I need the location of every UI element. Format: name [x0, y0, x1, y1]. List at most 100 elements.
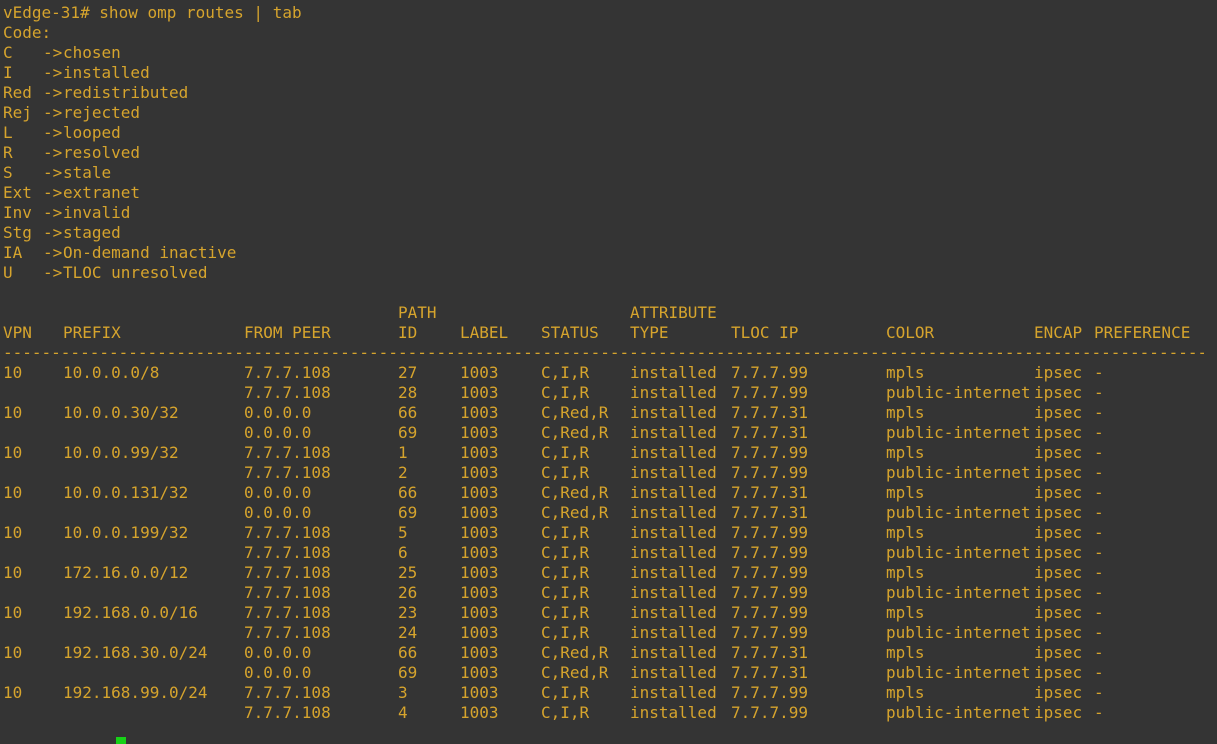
cell-path-id: 3	[398, 683, 408, 702]
cell-tloc-ip: 7.7.7.31	[731, 663, 809, 682]
cell-label: 1003	[460, 503, 499, 522]
cell-status: C,I,R	[541, 583, 590, 602]
legend-meaning: TLOC unresolved	[63, 263, 208, 282]
cell-color: public-internet	[886, 463, 1031, 482]
cell-path-id: 25	[398, 563, 418, 582]
cell-from-peer: 0.0.0.0	[244, 403, 312, 422]
command-text: show omp routes | tab	[99, 3, 302, 22]
cell-attribute-type: installed	[630, 563, 717, 582]
legend-arrow: ->	[43, 63, 63, 82]
cell-path-id: 66	[398, 643, 418, 662]
legend-arrow: ->	[43, 183, 63, 202]
cell-attribute-type: installed	[630, 543, 717, 562]
cell-preference: -	[1094, 383, 1104, 402]
cell-color: public-internet	[886, 503, 1031, 522]
legend-code: IA	[3, 243, 23, 262]
cell-tloc-ip: 7.7.7.31	[731, 643, 809, 662]
cell-attribute-type: installed	[630, 523, 717, 542]
cell-label: 1003	[460, 483, 499, 502]
cell-preference: -	[1094, 583, 1104, 602]
cell-preference: -	[1094, 543, 1104, 562]
legend: C -> chosen I -> installed Red -> redistributed R…	[3, 43, 1217, 283]
cell-attribute-type: installed	[630, 643, 717, 662]
table-row: 0.0.0.0 69 1003 C,Red,R installed 7.7.7.31 pub…	[3, 423, 1217, 443]
cell-from-peer: 7.7.7.108	[244, 363, 331, 382]
legend-code: U	[3, 263, 13, 282]
cell-preference: -	[1094, 423, 1104, 442]
cell-tloc-ip: 7.7.7.99	[731, 623, 809, 642]
cell-tloc-ip: 7.7.7.99	[731, 463, 809, 482]
legend-meaning: installed	[63, 63, 150, 82]
cell-prefix: 10.0.0.30/32	[63, 403, 179, 422]
legend-code: I	[3, 63, 13, 82]
cell-tloc-ip: 7.7.7.99	[731, 523, 809, 542]
cell-attribute-type: installed	[630, 443, 717, 462]
cell-status: C,I,R	[541, 603, 590, 622]
cell-attribute-type: installed	[630, 603, 717, 622]
cell-preference: -	[1094, 523, 1104, 542]
cell-preference: -	[1094, 443, 1104, 462]
cell-vpn: 10	[3, 403, 23, 422]
cell-label: 1003	[460, 563, 499, 582]
terminal-window[interactable]: vEdge-31# show omp routes | tab Code: C ->…	[0, 0, 1217, 744]
legend-meaning: chosen	[63, 43, 121, 62]
cell-preference: -	[1094, 563, 1104, 582]
cell-preference: -	[1094, 603, 1104, 622]
cell-path-id: 69	[398, 423, 418, 442]
cell-from-peer: 7.7.7.108	[244, 683, 331, 702]
header-prefix: PREFIX	[63, 323, 121, 342]
cell-preference: -	[1094, 403, 1104, 422]
cell-preference: -	[1094, 683, 1104, 702]
cell-path-id: 4	[398, 703, 408, 722]
cell-status: C,Red,R	[541, 403, 609, 422]
legend-entry: I -> installed	[3, 63, 1217, 83]
cell-from-peer: 7.7.7.108	[244, 603, 331, 622]
legend-code: Red	[3, 83, 32, 102]
legend-code: C	[3, 43, 13, 62]
cell-encap: ipsec	[1034, 363, 1083, 382]
cell-status: C,I,R	[541, 703, 590, 722]
cell-from-peer: 7.7.7.108	[244, 543, 331, 562]
header-label: LABEL	[460, 323, 509, 342]
legend-arrow: ->	[43, 103, 63, 122]
legend-code: Ext	[3, 183, 32, 202]
table-body: 10 10.0.0.0/8 7.7.7.108 27 1003 C,I,R installe…	[3, 363, 1217, 723]
cell-path-id: 69	[398, 663, 418, 682]
cell-prefix: 192.168.0.0/16	[63, 603, 198, 622]
cell-color: mpls	[886, 643, 925, 662]
cell-status: C,Red,R	[541, 663, 609, 682]
cell-label: 1003	[460, 543, 499, 562]
cell-tloc-ip: 7.7.7.31	[731, 423, 809, 442]
cell-encap: ipsec	[1034, 503, 1083, 522]
legend-arrow: ->	[43, 243, 63, 262]
legend-entry: Rej -> rejected	[3, 103, 1217, 123]
header-attribute: ATTRIBUTE	[630, 303, 717, 322]
table-row: 7.7.7.108 26 1003 C,I,R installed 7.7.7.99 pub…	[3, 583, 1217, 603]
cell-color: public-internet	[886, 423, 1031, 442]
cell-vpn: 10	[3, 483, 23, 502]
cell-attribute-type: installed	[630, 403, 717, 422]
cell-path-id: 6	[398, 543, 408, 562]
cell-from-peer: 0.0.0.0	[244, 643, 312, 662]
legend-meaning: On-demand inactive	[63, 243, 237, 262]
legend-entry: U -> TLOC unresolved	[3, 263, 1217, 283]
header-preference: PREFERENCE	[1094, 323, 1191, 342]
cell-encap: ipsec	[1034, 603, 1083, 622]
cell-color: public-internet	[886, 623, 1031, 642]
cell-path-id: 28	[398, 383, 418, 402]
cell-label: 1003	[460, 523, 499, 542]
cell-attribute-type: installed	[630, 663, 717, 682]
cell-attribute-type: installed	[630, 463, 717, 482]
table-row: 10 10.0.0.99/32 7.7.7.108 1 1003 C,I,R install…	[3, 443, 1217, 463]
cell-tloc-ip: 7.7.7.99	[731, 603, 809, 622]
cell-preference: -	[1094, 623, 1104, 642]
table-header-row-top: PATH ATTRIBUTE	[3, 303, 1217, 323]
legend-code: S	[3, 163, 13, 182]
legend-arrow: ->	[43, 163, 63, 182]
header-attribute-type: TYPE	[630, 323, 669, 342]
cell-encap: ipsec	[1034, 463, 1083, 482]
cell-attribute-type: installed	[630, 503, 717, 522]
cell-path-id: 66	[398, 403, 418, 422]
legend-arrow: ->	[43, 203, 63, 222]
